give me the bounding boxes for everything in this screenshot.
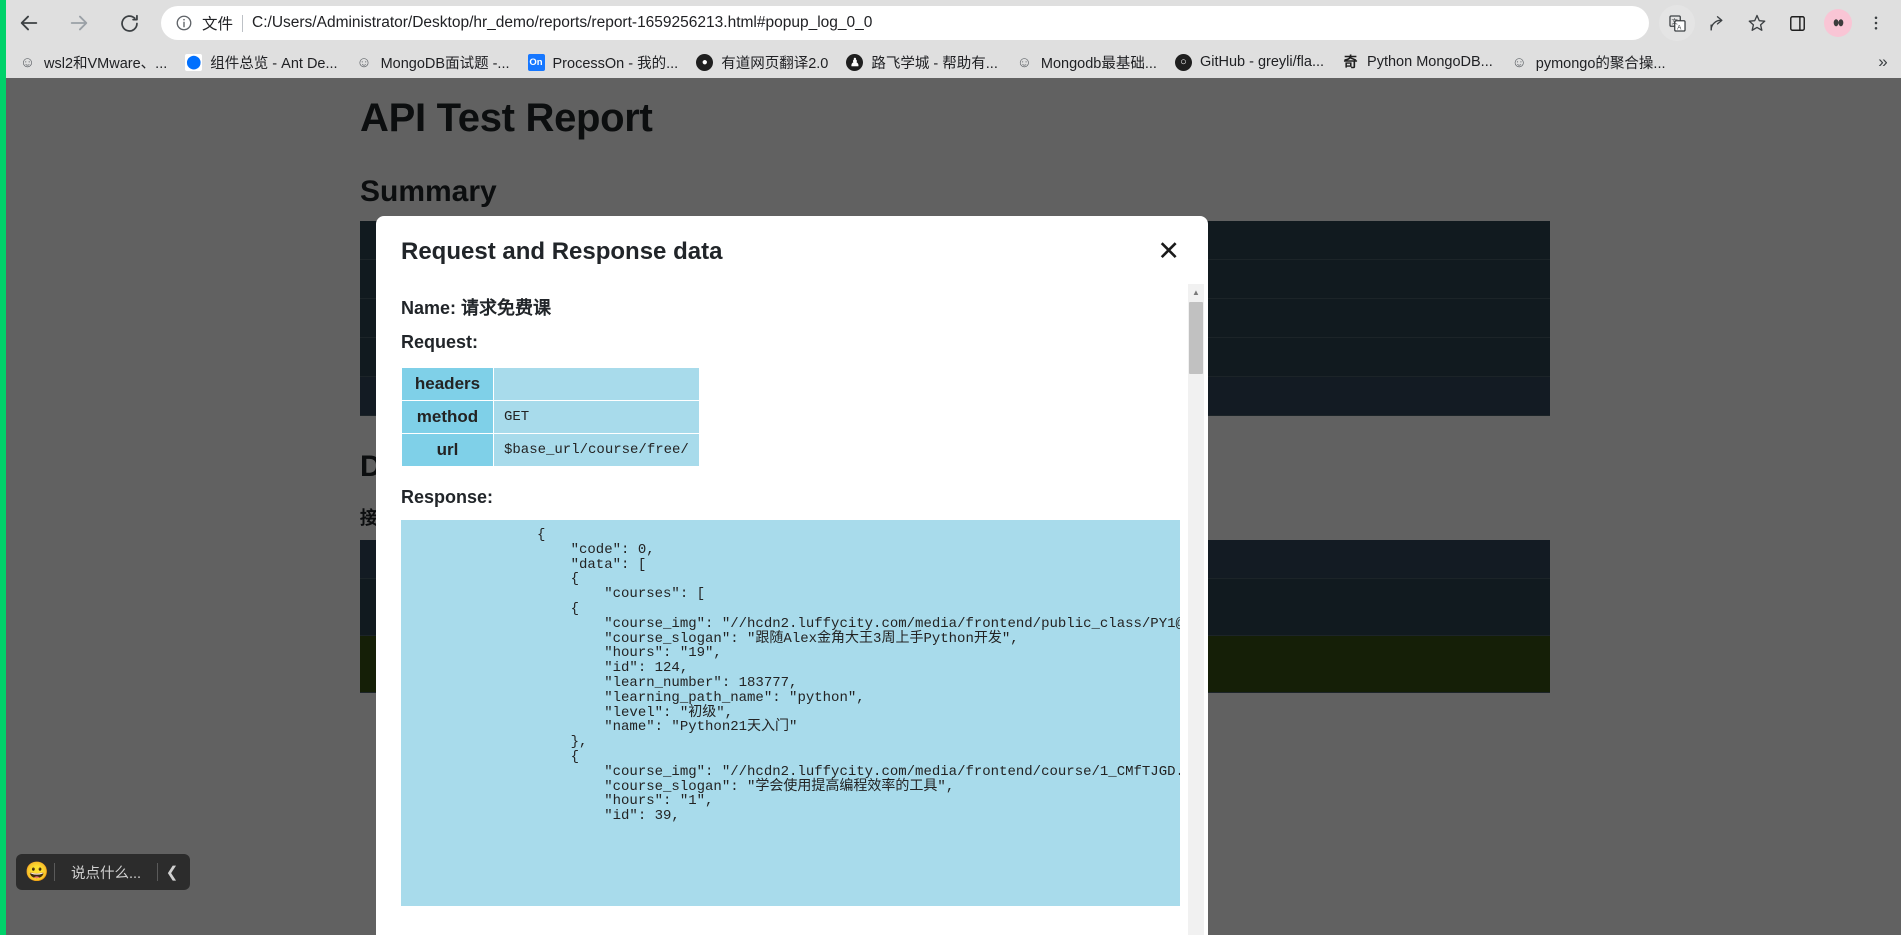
bookmark-item[interactable]: ☺ wsl2和VMware、... <box>10 48 176 76</box>
url-scheme-label: 文件 <box>202 16 234 33</box>
person-icon: ☺ <box>356 53 372 71</box>
bookmark-label: 路飞学城 - 帮助有... <box>871 55 998 72</box>
modal-header: Request and Response data ✕ <box>376 216 1208 284</box>
github-icon: ○ <box>1174 53 1192 71</box>
avatar-glyph <box>1833 18 1843 26</box>
smiley-icon[interactable]: 😀 <box>20 855 54 889</box>
chevron-left-icon[interactable]: ❮ <box>158 855 186 889</box>
table-row: headers <box>401 367 700 401</box>
request-response-modal: Request and Response data ✕ Name: 请求免费课 … <box>376 216 1208 935</box>
translate-icon[interactable]: 文 A <box>1659 5 1695 41</box>
sidebar-glyph <box>1789 15 1805 31</box>
modal-body: Name: 请求免费课 Request: headers method GET … <box>376 284 1208 935</box>
ant-design-icon: ⬤ <box>185 53 203 71</box>
bookmark-label: MongoDB面试题 -... <box>380 55 510 72</box>
table-row: url $base_url/course/free/ <box>401 433 700 467</box>
bookmark-item[interactable]: ☺ pymongo的聚合操... <box>1502 48 1675 76</box>
sidebar-icon[interactable] <box>1779 5 1815 41</box>
more-menu-icon[interactable] <box>1861 5 1891 41</box>
bookmark-label: 有道网页翻译2.0 <box>721 55 829 72</box>
bookmark-label: wsl2和VMware、... <box>44 55 168 72</box>
bookmark-label: Python MongoDB... <box>1367 54 1493 70</box>
reload-icon <box>120 14 138 32</box>
table-row: method GET <box>401 400 700 434</box>
arrow-right-icon <box>70 15 88 31</box>
window-edge-accent <box>0 0 6 935</box>
share-icon[interactable] <box>1699 5 1735 41</box>
modal-scrollbar[interactable]: ▲ <box>1188 284 1204 935</box>
bookmark-label: 组件总览 - Ant De... <box>210 55 338 72</box>
qi-icon: 奇 <box>1343 54 1358 70</box>
kebab-glyph <box>1874 16 1878 30</box>
share-glyph <box>1709 15 1723 31</box>
person-icon: ☺ <box>1016 53 1033 71</box>
request-key-method: method <box>401 400 494 434</box>
arrow-left-icon <box>20 15 38 31</box>
request-value-url: $base_url/course/free/ <box>493 433 700 467</box>
bookmark-label: pymongo的聚合操... <box>1535 55 1666 72</box>
modal-title: Request and Response data <box>401 238 723 265</box>
request-value-method: GET <box>493 400 700 434</box>
request-key-url: url <box>401 433 494 467</box>
chat-input-placeholder[interactable]: 说点什么... <box>55 862 157 883</box>
bookmark-item[interactable]: ● 有道网页翻译2.0 <box>687 48 837 76</box>
bookmark-item[interactable]: ♟ 路飞学城 - 帮助有... <box>837 48 1006 76</box>
star-glyph <box>1748 14 1766 31</box>
bookmark-label: GitHub - greyli/fla... <box>1199 54 1325 70</box>
person-icon: ☺ <box>19 53 36 71</box>
response-label: Response: <box>401 487 494 507</box>
bookmarks-bar: ☺ wsl2和VMware、... ⬤ 组件总览 - Ant De... ☺ M… <box>0 46 1901 78</box>
browser-chrome: 文件 C:/Users/Administrator/Desktop/hr_dem… <box>0 0 1901 78</box>
request-key-headers: headers <box>401 367 494 401</box>
bookmark-item[interactable]: 奇 Python MongoDB... <box>1333 48 1502 76</box>
request-value-headers <box>493 367 700 401</box>
response-body: { "code": 0, "data": [ { "courses": [ { … <box>523 520 1180 906</box>
chat-widget[interactable]: 😀 说点什么... ❮ <box>16 854 191 890</box>
bookmark-item[interactable]: ☺ MongoDB面试题 -... <box>347 48 519 76</box>
close-icon[interactable]: ✕ <box>1157 238 1180 265</box>
response-gutter <box>401 520 523 906</box>
luffy-icon: ♟ <box>846 53 864 71</box>
profile-avatar[interactable] <box>1824 9 1852 37</box>
info-circle-icon <box>175 14 193 32</box>
browser-toolbar: 文件 C:/Users/Administrator/Desktop/hr_dem… <box>0 0 1901 46</box>
bookmark-star-icon[interactable] <box>1739 5 1775 41</box>
bookmark-item[interactable]: ☺ Mongodb最基础... <box>1007 48 1166 76</box>
page-viewport: API Test Report Summary ST DU PLA ) tota… <box>0 78 1901 935</box>
scrollbar-thumb[interactable] <box>1189 302 1203 374</box>
bookmark-item[interactable]: On ProcessOn - 我的... <box>519 48 688 76</box>
translate-glyph: 文 A <box>1668 14 1686 32</box>
address-bar[interactable]: 文件 C:/Users/Administrator/Desktop/hr_dem… <box>161 6 1649 40</box>
reload-button[interactable] <box>109 3 149 43</box>
bookmarks-overflow-button[interactable]: » <box>1871 50 1895 74</box>
omnibox-divider <box>242 14 244 32</box>
request-table: headers method GET url $base_url/course/… <box>401 367 700 467</box>
request-name-line: Name: 请求免费课 <box>401 298 552 318</box>
back-button[interactable] <box>9 3 49 43</box>
toolbar-actions: 文 A <box>1657 5 1901 41</box>
bookmark-item[interactable]: ○ GitHub - greyli/fla... <box>1166 48 1333 76</box>
forward-button[interactable] <box>59 3 99 43</box>
bookmark-item[interactable]: ⬤ 组件总览 - Ant De... <box>176 48 346 76</box>
bookmark-label: Mongodb最基础... <box>1040 55 1157 72</box>
bookmark-label: ProcessOn - 我的... <box>552 55 679 72</box>
processon-icon: On <box>527 53 545 71</box>
url-text: C:/Users/Administrator/Desktop/hr_demo/r… <box>252 14 873 31</box>
request-label: Request: <box>401 332 479 352</box>
youdao-icon: ● <box>696 53 714 71</box>
person-icon: ☺ <box>1511 53 1527 71</box>
scroll-up-arrow-icon[interactable]: ▲ <box>1188 284 1204 300</box>
response-block: { "code": 0, "data": [ { "courses": [ { … <box>401 520 1180 906</box>
